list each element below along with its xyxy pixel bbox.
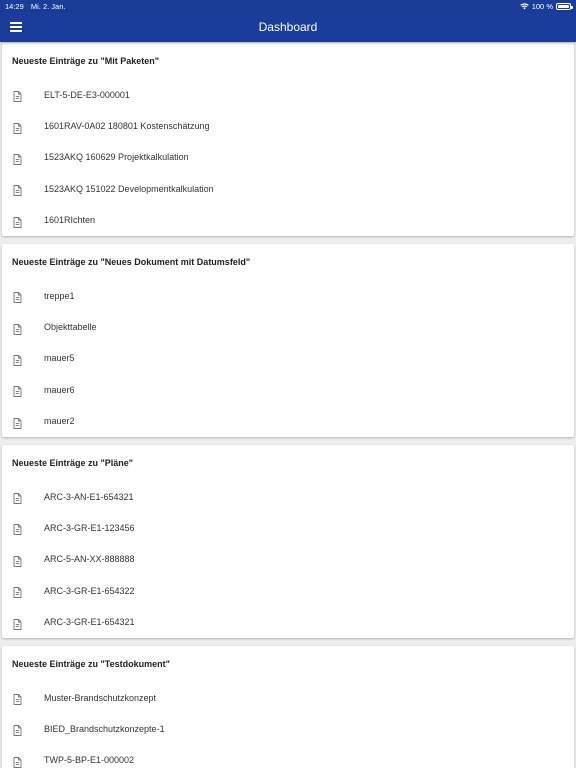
document-icon: [13, 723, 22, 737]
document-icon: [13, 384, 22, 398]
section-title: Neueste Einträge zu "Pläne": [12, 457, 134, 468]
list-item-label: BIED_Brandschutzkonzepte-1: [44, 723, 165, 734]
document-icon: [13, 522, 22, 536]
list-item-label: ARC-3-AN-E1-654321: [44, 491, 134, 502]
list-item[interactable]: 1601RAV-0A02 180801 Kostenschätzung: [2, 110, 574, 141]
list-item[interactable]: TWP-5-BP-E1-000002: [2, 745, 574, 768]
list-item[interactable]: mauer6: [2, 374, 574, 405]
app-bar: Dashboard: [0, 12, 576, 42]
document-icon: [13, 121, 22, 134]
list-item[interactable]: treppe1: [2, 280, 574, 311]
battery-percent: 100 %: [531, 1, 553, 11]
section-title: Neueste Einträge zu "Mit Paketen": [12, 56, 160, 66]
list-item-label: 1523AKQ 151022 Developmentkalkulation: [44, 183, 214, 194]
list-item[interactable]: Objekttabelle: [2, 311, 574, 342]
list-item-label: ARC-5-AN-XX-888888: [44, 554, 135, 565]
status-bar: 14:29 Mi. 2. Jan. 100 %: [0, 0, 576, 12]
battery-icon: [556, 2, 573, 10]
list-item-label: ARC-3-GR-E1-654322: [44, 585, 135, 596]
document-icon: [13, 617, 22, 630]
list-item[interactable]: ELT-5-DE-E3-000001: [2, 79, 574, 110]
list-item-label: mauer2: [44, 416, 75, 427]
document-icon: [13, 585, 22, 599]
list-item[interactable]: ARC-5-AN-XX-888888: [2, 544, 574, 575]
list-item[interactable]: mauer5: [2, 343, 574, 374]
document-icon: [13, 416, 22, 429]
list-item[interactable]: 1523AKQ 160629 Projektkalkulation: [2, 142, 574, 173]
list-item[interactable]: 1523AKQ 151022 Developmentkalkulation: [2, 173, 574, 204]
page-title: Dashboard: [258, 20, 318, 34]
section-card: Neueste Einträge zu "Testdokument" Muster…: [2, 645, 574, 768]
document-icon: [13, 692, 22, 705]
list-item-label: 1523AKQ 160629 Projektkalkulation: [44, 152, 189, 163]
document-icon: [13, 183, 22, 197]
section-card: Neueste Einträge zu "Pläne" ARC-3-AN-E1-6…: [2, 444, 574, 638]
list-item[interactable]: ARC-3-GR-E1-123456: [2, 512, 574, 543]
list-item[interactable]: ARC-3-GR-E1-654321: [2, 606, 574, 637]
list-item-label: 1601RAV-0A02 180801 Kostenschätzung: [44, 121, 210, 132]
section-card: Neueste Einträge zu "Neues Dokument mit …: [2, 243, 574, 437]
status-date: Mi. 2. Jan.: [30, 1, 66, 11]
status-right: 100 %: [519, 1, 573, 11]
list-item[interactable]: ARC-3-AN-E1-654321: [2, 481, 574, 512]
list-item[interactable]: mauer2: [2, 406, 574, 437]
list-item[interactable]: ARC-3-GR-E1-654322: [2, 575, 574, 606]
dashboard-content[interactable]: Neueste Einträge zu "Mit Paketen" ELT-5-D…: [0, 42, 576, 768]
section-title: Neueste Einträge zu "Neues Dokument mit …: [12, 256, 251, 267]
document-icon: [13, 755, 22, 768]
list-item-label: Muster-Brandschutzkonzept: [44, 692, 157, 703]
list-item-label: mauer5: [44, 353, 75, 364]
list-item-label: ARC-3-GR-E1-123456: [44, 522, 135, 533]
list-item-label: treppe1: [44, 290, 75, 301]
list-item[interactable]: Muster-Brandschutzkonzept: [2, 682, 574, 713]
document-icon: [13, 290, 22, 304]
list-item-label: Objekttabelle: [44, 322, 97, 333]
document-icon: [13, 353, 22, 366]
status-time: 14:29: [5, 1, 24, 11]
list-item-label: TWP-5-BP-E1-000002: [44, 755, 135, 766]
section-title: Neueste Einträge zu "Testdokument": [12, 658, 170, 669]
document-icon: [13, 152, 22, 165]
section-card: Neueste Einträge zu "Mit Paketen" ELT-5-D…: [2, 43, 574, 236]
document-icon: [13, 491, 22, 505]
document-icon: [13, 89, 22, 103]
wifi-icon: [519, 2, 529, 9]
document-icon: [13, 215, 22, 228]
list-item-label: ARC-3-GR-E1-654321: [44, 617, 135, 628]
list-item-label: ELT-5-DE-E3-000001: [44, 89, 130, 100]
document-icon: [13, 554, 22, 567]
list-item[interactable]: 1601RIchten: [2, 205, 574, 236]
status-left: 14:29 Mi. 2. Jan.: [5, 2, 70, 11]
list-item[interactable]: BIED_Brandschutzkonzepte-1: [2, 713, 574, 744]
list-item-label: mauer6: [44, 384, 75, 395]
hamburger-menu-icon[interactable]: [10, 20, 22, 34]
battery-fill: [558, 4, 569, 8]
document-icon: [13, 322, 22, 335]
list-item-label: 1601RIchten: [44, 215, 96, 226]
